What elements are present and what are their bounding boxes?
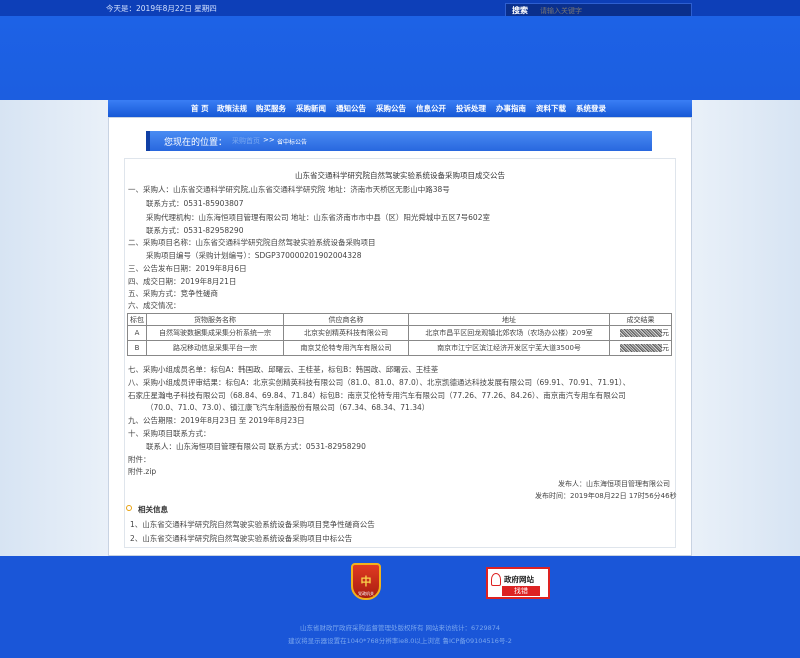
publish-date: 三、公告发布日期：2019年8月6日 — [128, 264, 247, 273]
contact-heading: 十、采购项目联系方式： — [128, 429, 211, 438]
breadcrumb: 您现在的位置： 采购首页 >> 省中标公告 — [146, 131, 652, 151]
emblem-icon: 中 — [360, 575, 372, 588]
review-results-3: （70.0、71.0、73.0）、镇江康飞汽车制造股份有限公司（67.34、68… — [146, 403, 430, 412]
related-bullet-icon — [126, 505, 132, 511]
table-cell: A — [127, 325, 147, 341]
table-cell: 南京艾伦特专用汽车有限公司 — [283, 340, 409, 356]
table-header: 地址 — [408, 313, 610, 326]
notice-period: 九、公告期限：2019年8月23日 至 2019年8月23日 — [128, 416, 305, 425]
table-cell: 北京市昌平区回龙观镇北郊农场（农场办公楼）209室 — [408, 325, 610, 341]
search-input[interactable] — [540, 5, 688, 16]
related-link[interactable]: 1、山东省交通科学研究院自然驾驶实验系统设备采购项目竞争性磋商公告 — [130, 519, 375, 530]
related-title: 相关信息 — [138, 505, 168, 514]
breadcrumb-home-link[interactable]: 采购首页 — [232, 136, 260, 146]
nav-item-purchase-service[interactable]: 购买服务 — [256, 103, 286, 114]
panel-members: 七、采购小组成员名单：标包A：韩国政、邱曙云、王桂荃，标包B：韩国政、邱曙云、王… — [128, 365, 439, 374]
amount-unit: 元 — [662, 329, 669, 337]
nav-item-guide[interactable]: 办事指南 — [496, 103, 526, 114]
table-header: 货物服务名称 — [146, 313, 284, 326]
amount-unit: 元 — [662, 344, 669, 352]
nav-item-news[interactable]: 采购新闻 — [296, 103, 326, 114]
purchaser-contact: 联系方式：0531-85903807 — [146, 199, 244, 208]
table-row: B 路况移动信息采集平台一宗 南京艾伦特专用汽车有限公司 南京市江宁区滨江经济开… — [127, 340, 672, 356]
party-government-emblem[interactable]: 中 党政机关 — [351, 563, 381, 600]
attachment-link[interactable]: 附件.zip — [128, 466, 156, 477]
top-bar: 今天是：2019年8月22日 星期四 搜索 — [0, 0, 800, 18]
table-cell: 自然驾驶数据集成采集分析系统一宗 — [146, 325, 284, 341]
nav-item-downloads[interactable]: 资料下载 — [536, 103, 566, 114]
nav-item-disclosure[interactable]: 信息公开 — [416, 103, 446, 114]
publish-time: 发布时间：2019年08月22日 17时56分46秒 — [535, 492, 677, 500]
table-header: 供应商名称 — [283, 313, 409, 326]
purchaser-line: 一、采购人：山东省交通科学研究院,山东省交通科学研究院 地址：济南市天桥区无影山… — [128, 185, 450, 194]
nav-item-procurement-notices[interactable]: 采购公告 — [376, 103, 406, 114]
procurement-method: 五、采购方式：竞争性磋商 — [128, 289, 218, 298]
redacted-amount — [620, 329, 662, 337]
breadcrumb-current: 省中标公告 — [277, 139, 308, 146]
table-cell: 元 — [609, 325, 672, 341]
contact-line: 联系人：山东海恒项目管理有限公司 联系方式：0531-82958290 — [146, 442, 366, 451]
table-cell: 南京市江宁区滨江经济开发区宁芜大道3500号 — [408, 340, 610, 356]
redacted-amount — [620, 344, 662, 352]
breadcrumb-separator: >> — [263, 136, 275, 144]
nav-item-notices[interactable]: 通知公告 — [336, 103, 366, 114]
review-results-1: 八、采购小组成员评审结果：标包A：北京实创精英科技有限公司（81.0、81.0、… — [128, 378, 631, 387]
nav-item-home[interactable]: 首 页 — [191, 103, 209, 114]
table-cell: 北京实创精英科技有限公司 — [283, 325, 409, 341]
review-results-2: 石家庄星瀚电子科技有限公司（68.84、69.84、71.84）标包B：南京艾伦… — [128, 391, 626, 400]
main-nav: 首 页 政策法规 购买服务 采购新闻 通知公告 采购公告 信息公开 投诉处理 办… — [108, 100, 692, 117]
table-row: A 自然驾驶数据集成采集分析系统一宗 北京实创精英科技有限公司 北京市昌平区回龙… — [127, 325, 672, 341]
nav-item-login[interactable]: 系统登录 — [576, 103, 606, 114]
badge-action: 找错 — [502, 586, 540, 596]
gov-site-error-badge[interactable]: 政府网站 找错 — [486, 567, 550, 599]
emblem-text: 党政机关 — [358, 591, 374, 596]
footer-copyright: 山东省财政厅政府采购监督管理处版权所有 网站来访统计：6729874 — [299, 624, 500, 632]
nav-item-complaints[interactable]: 投诉处理 — [456, 103, 486, 114]
banner — [0, 16, 800, 100]
table-header: 成交结果 — [609, 313, 672, 326]
deal-status-heading: 六、成交情况： — [128, 301, 181, 310]
magnifier-icon — [491, 573, 501, 586]
attachment-label: 附件： — [128, 455, 151, 464]
footer-notice: 建议将显示器设置在1040*768分辨率ie8.0以上浏览 鲁ICP备09104… — [288, 637, 512, 645]
table-header: 标包 — [127, 313, 147, 326]
table-cell: B — [127, 340, 147, 356]
article-title: 山东省交通科学研究院自然驾驶实验系统设备采购项目成交公告 — [295, 171, 505, 180]
agency-line: 采购代理机构：山东海恒项目管理有限公司 地址：山东省济南市市中县（区）阳光舜城中… — [146, 213, 490, 222]
deal-date: 四、成交日期：2019年8月21日 — [128, 277, 237, 286]
table-cell: 元 — [609, 340, 672, 356]
related-link[interactable]: 2、山东省交通科学研究院自然驾驶实验系统设备采购项目中标公告 — [130, 533, 352, 544]
project-name: 二、采购项目名称：山东省交通科学研究院自然驾驶实验系统设备采购项目 — [128, 238, 376, 247]
result-table: 标包 货物服务名称 供应商名称 地址 成交结果 A 自然驾驶数据集成采集分析系统… — [127, 313, 672, 356]
breadcrumb-label: 您现在的位置： — [164, 138, 228, 148]
nav-item-policy[interactable]: 政策法规 — [217, 103, 247, 114]
badge-title: 政府网站 — [504, 575, 534, 584]
project-number: 采购项目编号（采购计划编号）：SDGP370000201902004328 — [146, 251, 362, 260]
agency-contact: 联系方式：0531-82958290 — [146, 226, 244, 235]
table-cell: 路况移动信息采集平台一宗 — [146, 340, 284, 356]
current-date: 今天是：2019年8月22日 星期四 — [106, 4, 217, 13]
publisher: 发布人：山东海恒项目管理有限公司 — [558, 480, 670, 488]
